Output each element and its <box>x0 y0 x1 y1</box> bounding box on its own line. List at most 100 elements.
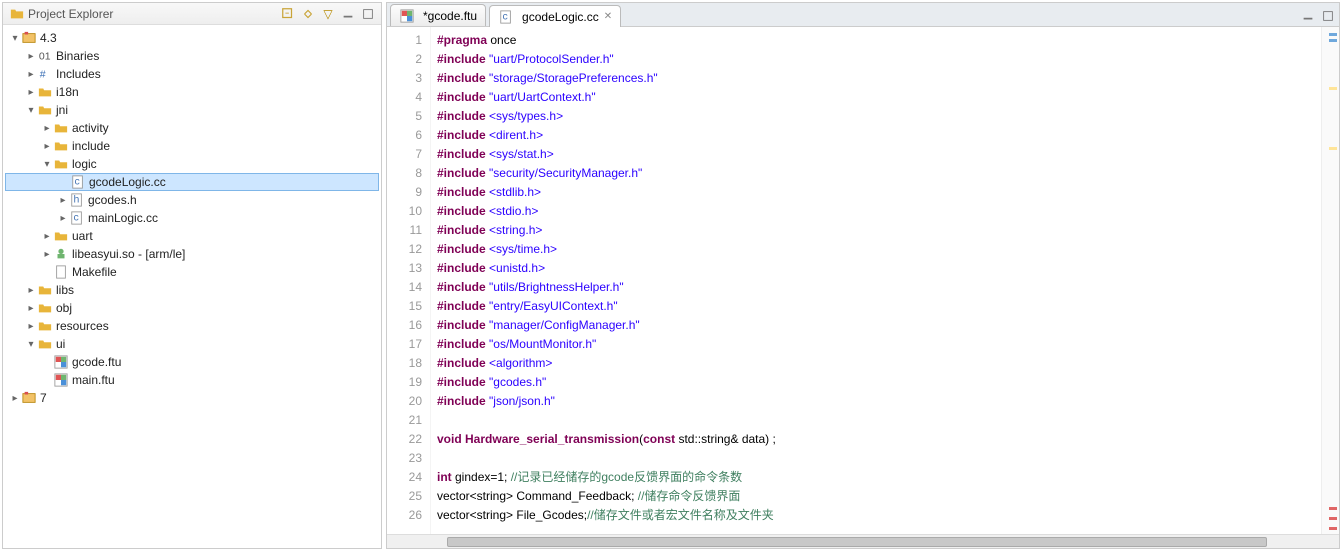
code-line[interactable]: #include "uart/ProtocolSender.h" <box>437 50 1315 69</box>
tree-item-label: gcode.ftu <box>72 355 121 369</box>
tree-item-label: main.ftu <box>72 373 115 387</box>
code-line[interactable]: #include "utils/BrightnessHelper.h" <box>437 278 1315 297</box>
twisty-icon[interactable]: ▸ <box>57 195 69 206</box>
code-line[interactable]: #include <sys/stat.h> <box>437 145 1315 164</box>
tree-item[interactable]: ▾logic <box>5 155 379 173</box>
twisty-icon[interactable]: ▸ <box>25 303 37 314</box>
twisty-icon[interactable]: ▾ <box>25 339 37 350</box>
code-line[interactable] <box>437 449 1315 468</box>
tree-item[interactable]: ▸libeasyui.so - [arm/le] <box>5 245 379 263</box>
tree-item[interactable]: ▸obj <box>5 299 379 317</box>
code-line[interactable]: #include "security/SecurityManager.h" <box>437 164 1315 183</box>
tree-item[interactable]: cgcodeLogic.cc <box>5 173 379 191</box>
minimize-icon[interactable] <box>341 7 355 21</box>
twisty-icon[interactable]: ▸ <box>57 213 69 224</box>
code-line[interactable]: #include "gcodes.h" <box>437 373 1315 392</box>
tree-item-label: jni <box>56 103 68 117</box>
code-line[interactable]: #include <sys/types.h> <box>437 107 1315 126</box>
proj-icon <box>21 390 37 406</box>
code-line[interactable]: #include <dirent.h> <box>437 126 1315 145</box>
tree-item[interactable]: Makefile <box>5 263 379 281</box>
explorer-header: Project Explorer ▽ <box>3 3 381 25</box>
tree-item[interactable]: ▾ jni <box>5 101 379 119</box>
twisty-icon[interactable]: ▾ <box>25 105 37 116</box>
twisty-icon[interactable]: ▸ <box>25 69 37 80</box>
code-line[interactable]: #include <sys/time.h> <box>437 240 1315 259</box>
tree-item-label: activity <box>72 121 109 135</box>
folder-icon <box>53 228 69 244</box>
tree-item[interactable]: ▸#Includes <box>5 65 379 83</box>
tree-item-label: gcodes.h <box>88 193 137 207</box>
file-icon <box>53 264 69 280</box>
tree-item[interactable]: ▸7 <box>5 389 379 407</box>
editor-tab[interactable]: *gcode.ftu <box>390 4 486 26</box>
collapse-all-icon[interactable] <box>281 7 295 21</box>
twisty-icon[interactable]: ▾ <box>9 33 21 44</box>
tree-item[interactable]: ▸libs <box>5 281 379 299</box>
twisty-icon[interactable]: ▸ <box>25 87 37 98</box>
twisty-icon[interactable]: ▸ <box>41 249 53 260</box>
code-line[interactable]: #include <string.h> <box>437 221 1315 240</box>
editor-maximize-icon[interactable] <box>1321 9 1335 26</box>
tree-item[interactable]: ▸01Binaries <box>5 47 379 65</box>
code-line[interactable]: #include <stdlib.h> <box>437 183 1315 202</box>
tree-item[interactable]: ▸ include <box>5 137 379 155</box>
tree-item-label: 4.3 <box>40 31 57 45</box>
cfile-icon: c <box>69 210 85 226</box>
twisty-icon[interactable]: ▸ <box>41 123 53 134</box>
code-line[interactable]: #include <unistd.h> <box>437 259 1315 278</box>
tree-item[interactable]: gcode.ftu <box>5 353 379 371</box>
twisty-icon[interactable]: ▸ <box>41 231 53 242</box>
folder-icon <box>37 84 53 100</box>
tree-item-label: include <box>72 139 110 153</box>
twisty-icon[interactable]: ▸ <box>41 141 53 152</box>
editor-minimize-icon[interactable] <box>1301 9 1315 26</box>
twisty-icon[interactable]: ▸ <box>25 285 37 296</box>
code-line[interactable]: #include "storage/StoragePreferences.h" <box>437 69 1315 88</box>
code-line[interactable]: #pragma once <box>437 31 1315 50</box>
horizontal-scrollbar[interactable] <box>387 534 1339 548</box>
tree-item[interactable]: ▸resources <box>5 317 379 335</box>
close-icon[interactable]: ✕ <box>604 11 612 22</box>
code-line[interactable]: #include "manager/ConfigManager.h" <box>437 316 1315 335</box>
twisty-icon[interactable]: ▸ <box>25 321 37 332</box>
code-line[interactable]: #include "uart/UartContext.h" <box>437 88 1315 107</box>
project-tree[interactable]: ▾4.3▸01Binaries▸#Includes▸i18n▾jni▸activ… <box>3 25 381 548</box>
tree-item[interactable]: ▾ ui <box>5 335 379 353</box>
tree-item[interactable]: ▸ uart <box>5 227 379 245</box>
code-line[interactable]: void Hardware_serial_transmission(const … <box>437 430 1315 449</box>
twisty-icon[interactable]: ▸ <box>9 393 21 404</box>
tree-item[interactable]: ▸ h gcodes.h <box>5 191 379 209</box>
code-line[interactable]: #include "json/json.h" <box>437 392 1315 411</box>
code-line[interactable]: #include "os/MountMonitor.h" <box>437 335 1315 354</box>
twisty-icon[interactable]: ▸ <box>25 51 37 62</box>
tree-item-label: gcodeLogic.cc <box>89 175 166 189</box>
tree-item-label: uart <box>72 229 93 243</box>
maximize-icon[interactable] <box>361 7 375 21</box>
twisty-icon[interactable]: ▾ <box>41 159 53 170</box>
tree-item[interactable]: ▸cmainLogic.cc <box>5 209 379 227</box>
tree-item[interactable]: ▸i18n <box>5 83 379 101</box>
code-line[interactable]: vector<string> File_Gcodes;//储存文件或者宏文件名称… <box>437 506 1315 525</box>
tree-item[interactable]: main.ftu <box>5 371 379 389</box>
code-line[interactable]: #include "entry/EasyUIContext.h" <box>437 297 1315 316</box>
inc-icon: # <box>37 66 53 82</box>
tree-item-label: ui <box>56 337 65 351</box>
bin-icon: 01 <box>37 48 53 64</box>
svg-text:h: h <box>74 194 80 206</box>
tab-label: *gcode.ftu <box>423 9 477 23</box>
tree-item[interactable]: ▸ activity <box>5 119 379 137</box>
code-editor[interactable]: #pragma once#include "uart/ProtocolSende… <box>431 27 1321 534</box>
code-line[interactable]: int gindex=1; //记录已经储存的gcode反馈界面的命令条数 <box>437 468 1315 487</box>
ftu-icon <box>399 8 415 24</box>
code-line[interactable] <box>437 411 1315 430</box>
link-with-editor-icon[interactable] <box>301 7 315 21</box>
folder-icon <box>37 336 53 352</box>
code-line[interactable]: #include <algorithm> <box>437 354 1315 373</box>
editor-tab[interactable]: cgcodeLogic.cc✕ <box>489 5 621 27</box>
view-menu-icon[interactable]: ▽ <box>321 7 335 21</box>
code-line[interactable]: #include <stdio.h> <box>437 202 1315 221</box>
tree-item[interactable]: ▾ 4.3 <box>5 29 379 47</box>
overview-ruler[interactable] <box>1321 27 1339 534</box>
code-line[interactable]: vector<string> Command_Feedback; //储存命令反… <box>437 487 1315 506</box>
